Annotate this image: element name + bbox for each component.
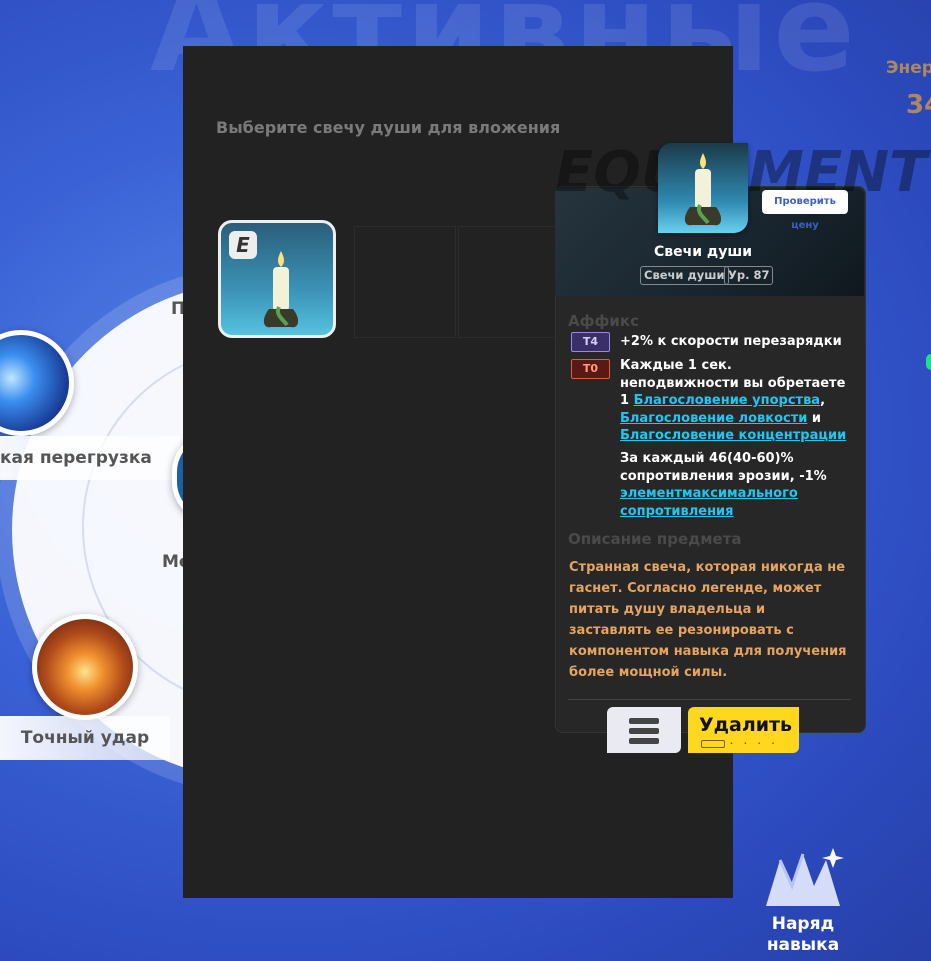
item-description: Странная свеча, которая никогда не гасне… (569, 560, 847, 680)
delete-button[interactable]: Удалить . . . . (688, 707, 799, 753)
affix-text: Каждые 1 сек. неподвижности вы обретаете… (620, 357, 848, 445)
item-thumbnail (658, 143, 748, 233)
outfit-icon[interactable] (758, 846, 848, 916)
skill-label-precise-strike: Точный удар (0, 716, 170, 760)
soul-candle-icon (684, 153, 722, 226)
affix-tier-badge: T4 (571, 332, 610, 352)
explosion-skill-icon[interactable] (32, 614, 138, 720)
hold-progress-dots: . . . . (730, 737, 779, 746)
menu-icon (629, 718, 659, 724)
affix-section-title: Аффикс (568, 312, 639, 330)
affix-text-part: , (820, 393, 826, 408)
energy-label: Энер (886, 58, 931, 78)
resistance-link[interactable]: элементмаксимального сопротивления (620, 486, 798, 519)
divider (568, 699, 851, 700)
affix-tier-badge: T0 (571, 359, 610, 379)
soul-candle-slot[interactable]: E (218, 220, 336, 338)
delete-button-label: Удалить (699, 714, 793, 736)
menu-icon (629, 728, 659, 734)
key-hint-icon (701, 740, 725, 748)
skill-label-overload: кая перегрузка (0, 436, 180, 480)
empty-slot (458, 226, 560, 338)
affix-text-part: и (807, 410, 821, 426)
blessing-link[interactable]: Благословение упорства (634, 393, 821, 408)
affix-text: За каждый 46(40-60)% сопротивления эрози… (620, 450, 830, 520)
status-indicator (926, 354, 931, 370)
affix-text: +2% к скорости перезарядки (620, 334, 842, 349)
check-price-button[interactable]: Проверить цену (762, 190, 848, 231)
item-name: Свечи души (653, 244, 753, 260)
menu-button[interactable] (607, 707, 681, 753)
description-section-title: Описание предмета (568, 530, 742, 548)
outfit-label[interactable]: Наряд навыка (760, 914, 846, 956)
item-type-tag: Свечи души (640, 266, 729, 285)
blessing-link[interactable]: Благословение концентрации (620, 428, 846, 443)
menu-icon (629, 738, 659, 744)
soul-candle-icon (263, 251, 299, 328)
blessing-link[interactable]: Благословение ловкости (620, 411, 807, 426)
energy-value: 34 (906, 90, 931, 120)
selector-title: Выберите свечу души для вложения (216, 118, 561, 137)
item-level-tag: Ур. 87 (724, 266, 774, 285)
affix-text-part: За каждый 46(40-60)% сопротивления эрози… (620, 451, 827, 484)
empty-slot (354, 226, 456, 338)
